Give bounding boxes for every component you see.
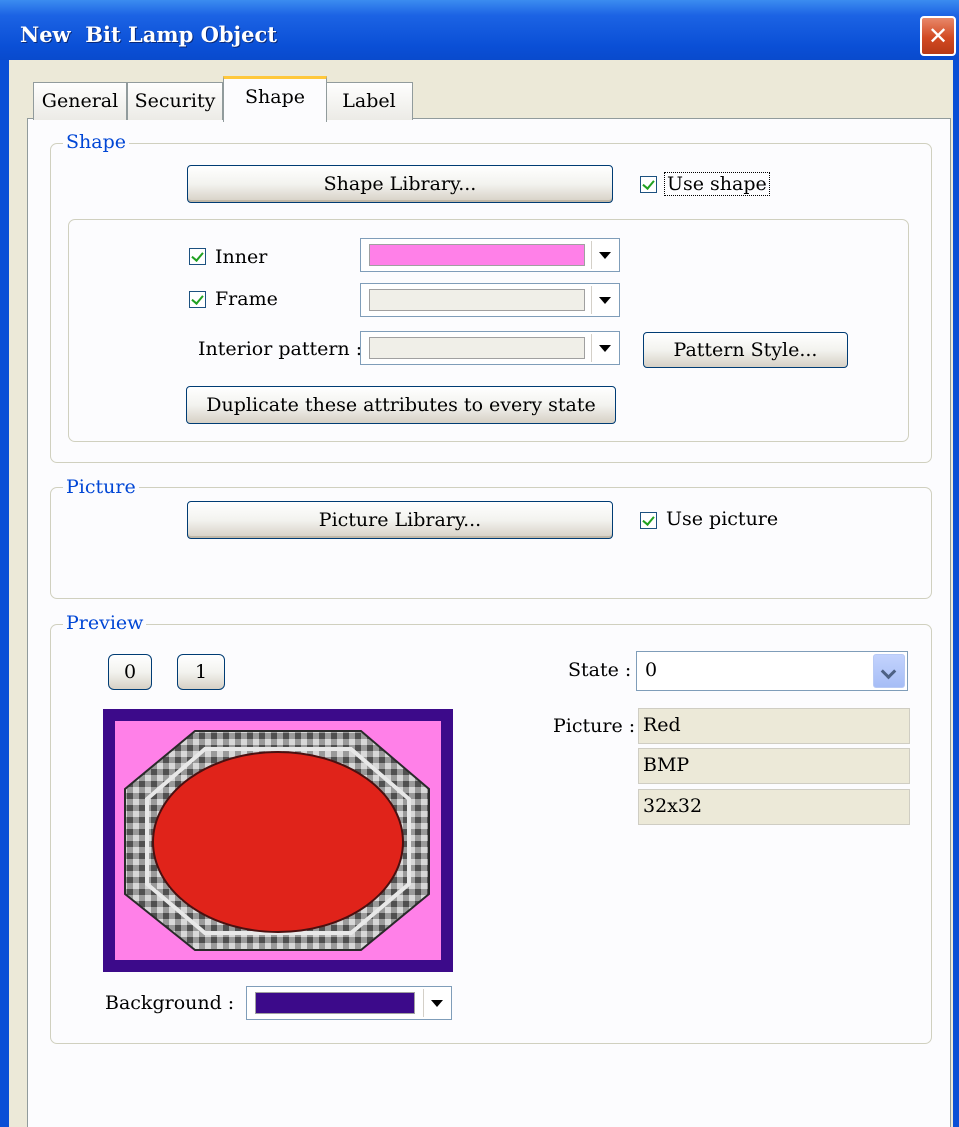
use-picture-label[interactable]: Use picture — [666, 508, 778, 530]
chevron-down-icon[interactable] — [423, 989, 449, 1017]
background-label: Background : — [105, 992, 235, 1014]
use-shape-checkbox[interactable] — [640, 176, 657, 193]
frame-checkbox[interactable] — [189, 291, 206, 308]
state-select[interactable]: 0 — [636, 651, 908, 691]
lamp-red-fill — [152, 751, 404, 933]
interior-pattern-label: Interior pattern : — [198, 338, 363, 360]
tab-shape[interactable]: Shape — [223, 76, 327, 122]
inner-label: Inner — [215, 246, 268, 268]
use-shape-label[interactable]: Use shape — [664, 172, 770, 196]
frame-label: Frame — [215, 288, 278, 310]
close-button[interactable]: ✕ — [920, 16, 956, 56]
state-1-button[interactable]: 1 — [177, 654, 225, 690]
background-color-combo[interactable] — [246, 986, 452, 1020]
duplicate-attributes-button[interactable]: Duplicate these attributes to every stat… — [186, 386, 616, 424]
lamp-preview-image — [103, 709, 453, 972]
frame-color-combo[interactable] — [360, 283, 620, 317]
picture-library-button[interactable]: Picture Library... — [187, 501, 613, 539]
tab-general[interactable]: General — [33, 82, 127, 120]
state-0-button[interactable]: 0 — [108, 654, 152, 690]
shape-group-legend: Shape — [63, 131, 129, 153]
preview-group-legend: Preview — [63, 612, 147, 634]
state-select-value: 0 — [645, 659, 658, 681]
picture-group-legend: Picture — [63, 476, 139, 498]
tab-security[interactable]: Security — [127, 82, 223, 120]
use-picture-checkbox[interactable] — [640, 512, 657, 529]
interior-pattern-combo[interactable] — [360, 331, 620, 365]
inner-checkbox[interactable] — [189, 248, 206, 265]
picture-format-field: BMP — [638, 748, 910, 784]
picture-label: Picture : — [553, 715, 636, 737]
window-title: New Bit Lamp Object — [20, 22, 278, 47]
interior-pattern-swatch — [369, 337, 585, 359]
inner-color-swatch — [369, 244, 585, 266]
background-color-swatch — [255, 992, 415, 1014]
picture-size-field: 32x32 — [638, 789, 910, 825]
close-icon: ✕ — [927, 22, 949, 50]
chevron-down-icon[interactable] — [591, 334, 617, 362]
inner-color-combo[interactable] — [360, 238, 620, 272]
frame-color-swatch — [369, 289, 585, 311]
window-border-left — [0, 60, 9, 1127]
picture-name-field: Red — [638, 708, 910, 744]
chevron-down-icon[interactable] — [873, 654, 905, 688]
shape-library-button[interactable]: Shape Library... — [187, 165, 613, 203]
tab-label[interactable]: Label — [325, 82, 413, 120]
window-border-right — [953, 60, 959, 1127]
lamp-preview — [103, 709, 453, 972]
chevron-down-icon[interactable] — [591, 286, 617, 314]
state-label: State : — [568, 659, 632, 681]
chevron-down-icon[interactable] — [591, 241, 617, 269]
pattern-style-button[interactable]: Pattern Style... — [643, 332, 848, 368]
